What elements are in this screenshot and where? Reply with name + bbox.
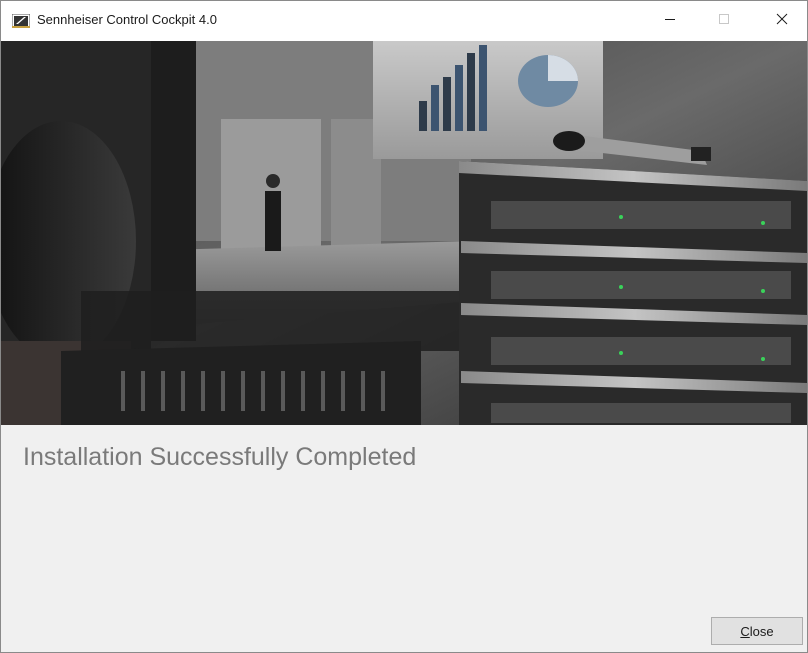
close-button[interactable]: Close (711, 617, 803, 645)
title-bar[interactable]: Sennheiser Control Cockpit 4.0 (1, 1, 807, 41)
maximize-icon (718, 12, 730, 30)
window-title: Sennheiser Control Cockpit 4.0 (37, 12, 217, 27)
close-button-label-rest: lose (749, 623, 774, 639)
minimize-button[interactable] (647, 1, 693, 41)
completion-heading: Installation Successfully Completed (23, 443, 417, 471)
window-close-button[interactable] (759, 1, 805, 41)
installer-window: Sennheiser Control Cockpit 4.0 Installat… (0, 0, 808, 653)
minimize-icon (664, 12, 676, 30)
sennheiser-logo-icon (11, 13, 31, 29)
content-area: Installation Successfully Completed Clos… (1, 425, 807, 652)
banner-image (1, 41, 807, 425)
maximize-button[interactable] (701, 1, 747, 41)
close-button-accelerator: C (740, 623, 750, 639)
close-icon (776, 12, 788, 30)
